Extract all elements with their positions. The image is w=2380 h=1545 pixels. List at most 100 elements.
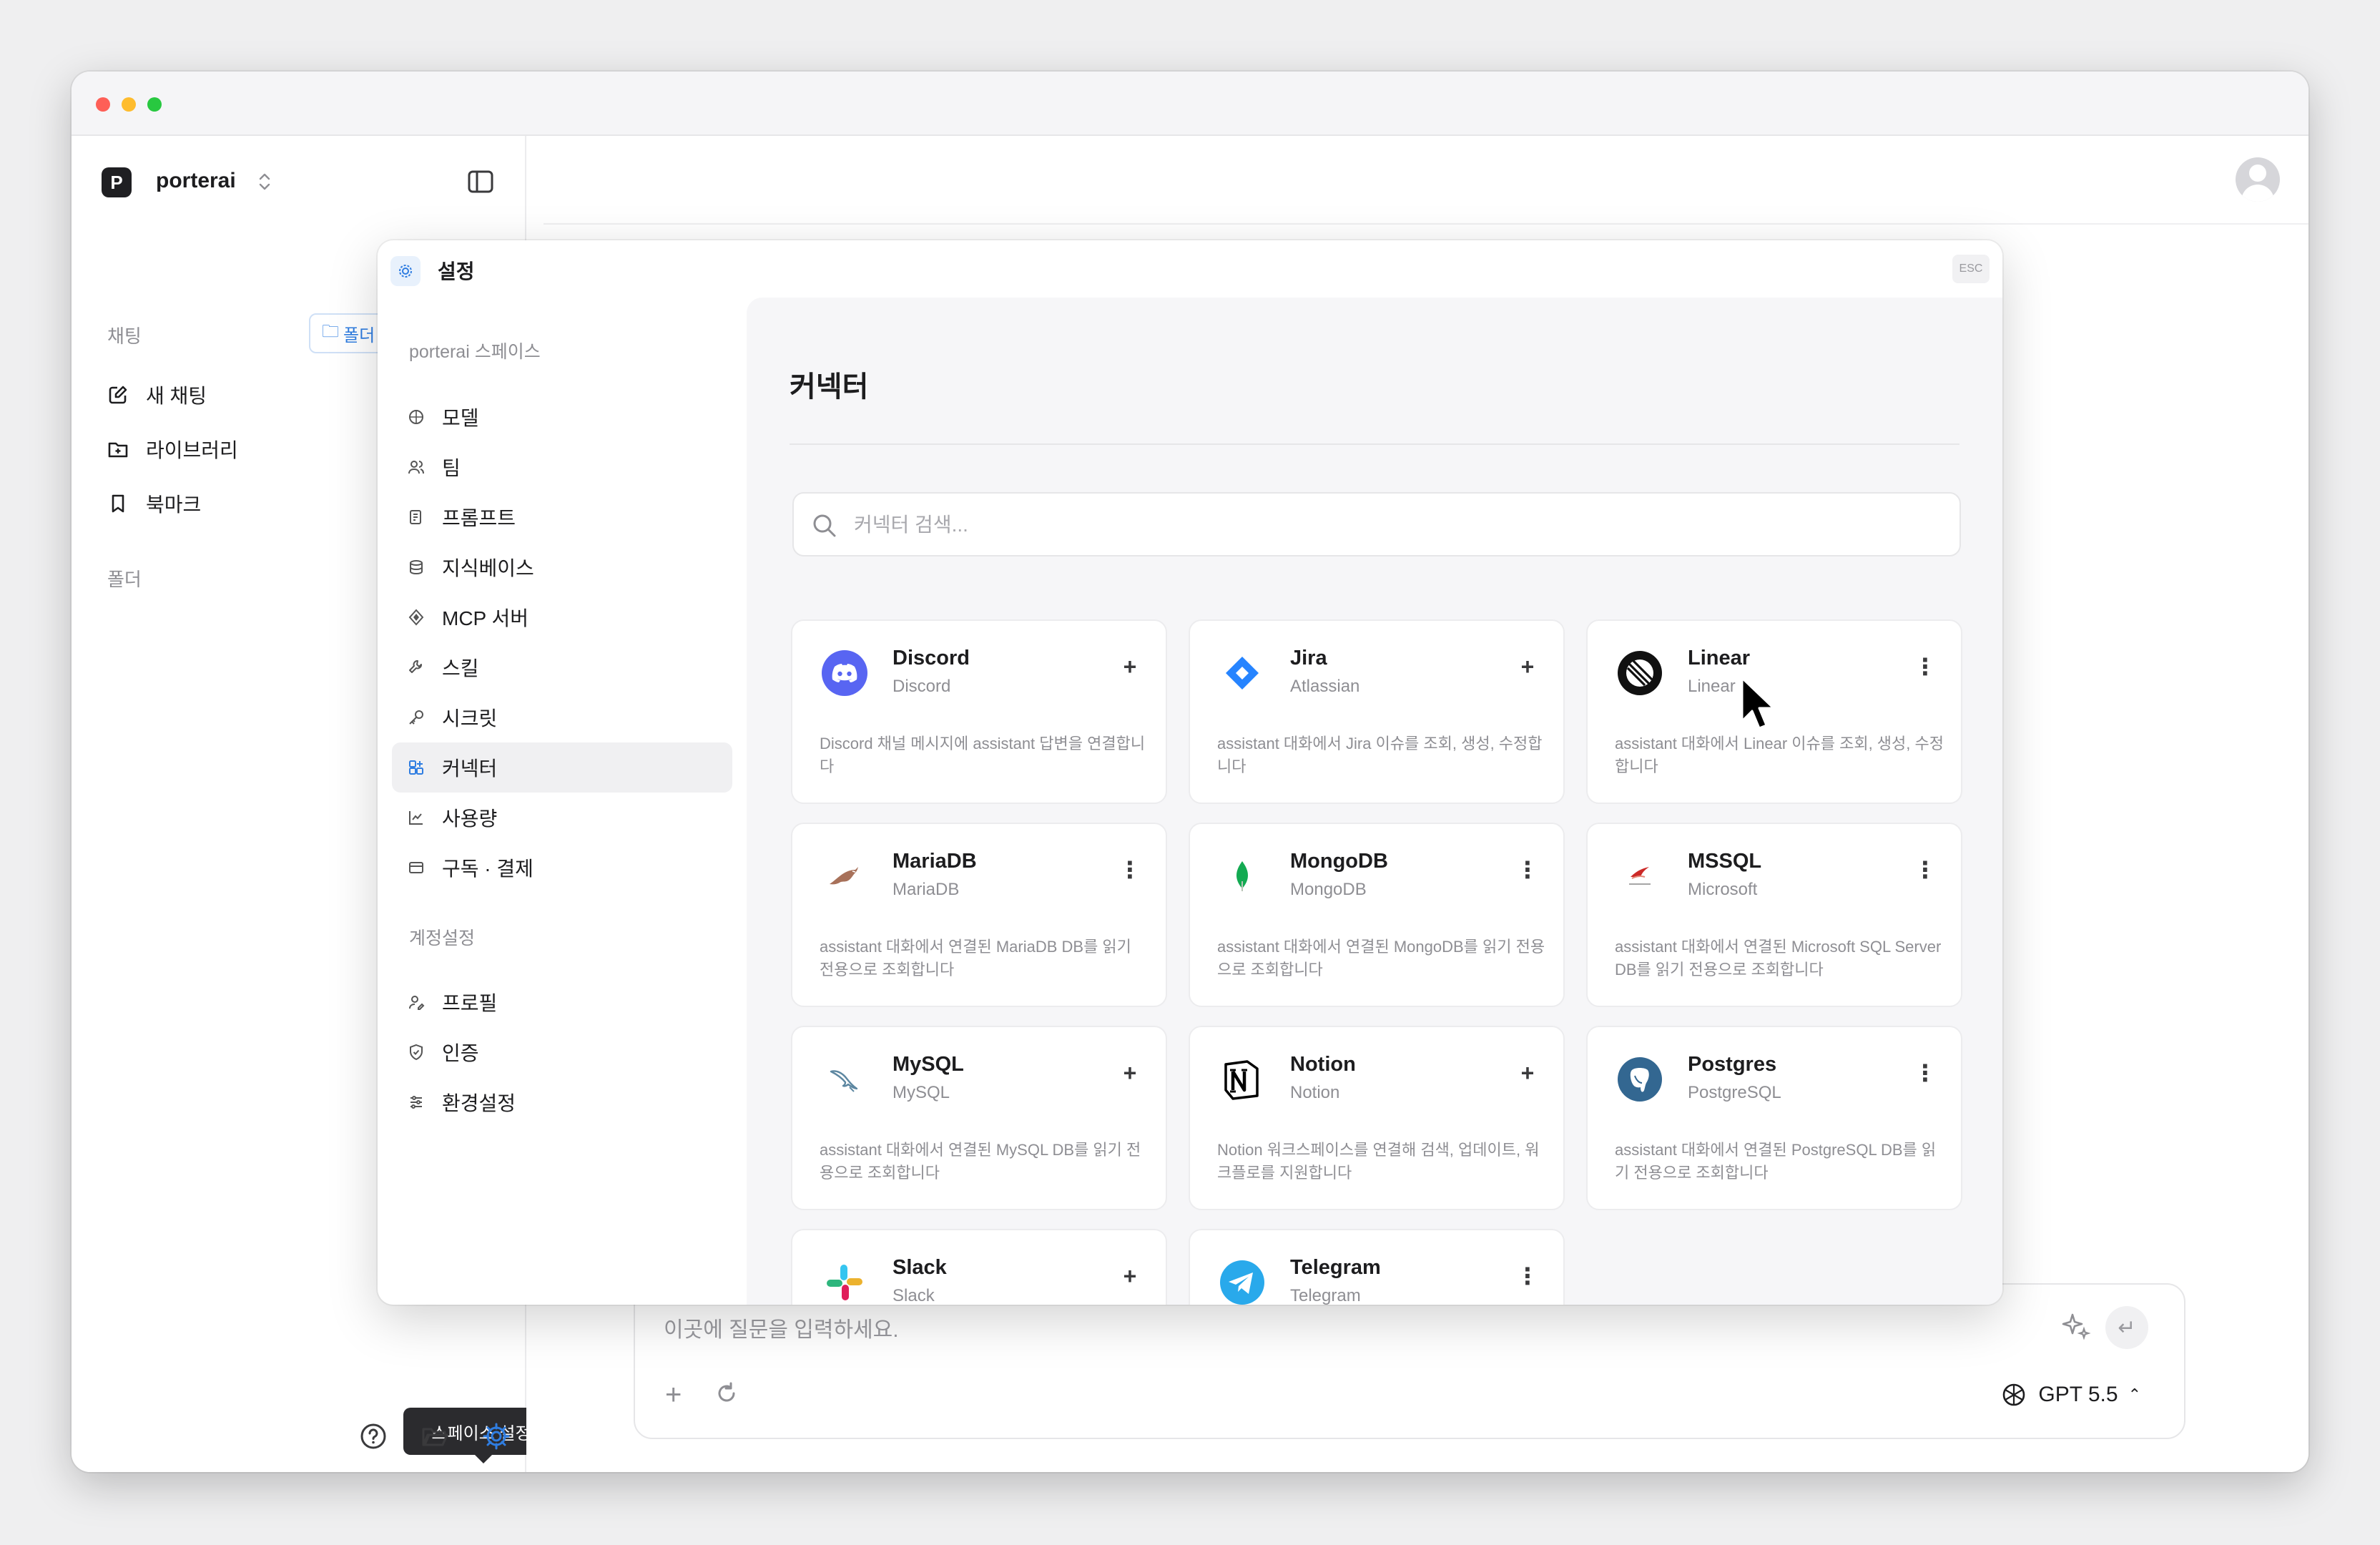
shield-icon: [410, 1044, 423, 1061]
settings-item-label: 구독 · 결제: [442, 858, 533, 880]
settings-item-preferences[interactable]: 환경설정: [392, 1077, 732, 1127]
connector-description: assistant 대화에서 연결된 MySQL DB를 읽기 전용으로 조회합…: [820, 1141, 1141, 1182]
billing-icon: [409, 862, 423, 873]
account-group-label: 계정설정: [409, 928, 476, 948]
connector-description: assistant 대화에서 연결된 PostgreSQL DB를 읽기 전용으…: [1615, 1141, 1937, 1182]
add-connector-button[interactable]: +: [1116, 1059, 1144, 1087]
settings-item-label: 시크릿: [442, 707, 498, 730]
user-avatar[interactable]: [2236, 157, 2280, 202]
connector-card-telegram[interactable]: Telegram Telegram ⋮: [1189, 1229, 1565, 1305]
connector-card-discord[interactable]: Discord Discord + Discord 채널 메시지에 assist…: [791, 619, 1167, 804]
search-input[interactable]: [854, 506, 1927, 544]
settings-item-auth[interactable]: 인증: [392, 1027, 732, 1077]
add-connector-button[interactable]: +: [1513, 1059, 1542, 1087]
mongodb-icon: [1236, 861, 1248, 891]
settings-item-connector[interactable]: 커넥터: [392, 742, 732, 793]
add-attachment-icon[interactable]: +: [665, 1379, 682, 1411]
connector-card-mongodb[interactable]: MongoDB MongoDB ⋮ assistant 대화에서 연결된 Mon…: [1189, 823, 1565, 1007]
more-options-button[interactable]: ⋮: [1911, 1059, 1939, 1087]
settings-item-profile[interactable]: 프로필: [392, 977, 732, 1027]
telegram-icon: [1220, 1260, 1264, 1305]
content-divider: [790, 443, 1959, 445]
settings-item-knowledge-base[interactable]: 지식베이스: [392, 542, 732, 592]
connector-card-postgres[interactable]: Postgres PostgreSQL ⋮ assistant 대화에서 연결된…: [1586, 1026, 1962, 1210]
connector-name: Postgres: [1688, 1053, 1777, 1076]
minimize-window-button[interactable]: [122, 97, 136, 112]
connector-description: assistant 대화에서 Jira 이슈를 조회, 생성, 수정합니다: [1217, 735, 1543, 775]
settings-item-usage[interactable]: 사용량: [392, 793, 732, 843]
connector-card-slack[interactable]: Slack Slack +: [791, 1229, 1167, 1305]
loop-icon[interactable]: [712, 1379, 741, 1408]
settings-item-model[interactable]: 모델: [392, 392, 732, 442]
settings-item-billing[interactable]: 구독 · 결제: [392, 843, 732, 893]
connector-name: Linear: [1688, 647, 1751, 670]
settings-item-secret[interactable]: 시크릿: [392, 692, 732, 742]
connector-card-mssql[interactable]: MSSQL Microsoft ⋮ assistant 대화에서 연결된 Mic…: [1586, 823, 1962, 1007]
modal-title: 설정: [438, 260, 475, 283]
settings-item-skill[interactable]: 스킬: [392, 642, 732, 692]
folder-open-icon[interactable]: [419, 1421, 451, 1452]
esc-close-button[interactable]: ESC: [1952, 255, 1990, 283]
sparkle-icon[interactable]: [2060, 1310, 2091, 1342]
search-icon: [813, 514, 836, 537]
sidebar-item-label: 북마크: [146, 494, 202, 516]
connector-description: assistant 대화에서 연결된 MariaDB DB를 읽기 전용으로 조…: [820, 938, 1131, 978]
settings-item-label: 사용량: [442, 808, 498, 830]
workspace-name[interactable]: porterai: [156, 169, 236, 193]
modal-header: 설정 ESC: [378, 240, 2002, 298]
connector-vendor: MySQL: [892, 1083, 950, 1102]
more-options-button[interactable]: ⋮: [1116, 855, 1144, 884]
zoom-window-button[interactable]: [147, 97, 162, 112]
connector-description: Notion 워크스페이스를 연결해 검색, 업데이트, 워크플로를 지원합니다: [1217, 1141, 1540, 1182]
chat-input[interactable]: 이곳에 질문을 입력하세요.: [664, 1312, 899, 1343]
mariadb-icon: [830, 867, 858, 885]
settings-item-team[interactable]: 팀: [392, 442, 732, 492]
connector-name: Jira: [1290, 647, 1327, 670]
settings-item-label: 지식베이스: [442, 557, 534, 579]
sidebar-item-library[interactable]: 라이브러리: [107, 433, 238, 465]
connector-vendor: Atlassian: [1290, 677, 1360, 696]
close-window-button[interactable]: [96, 97, 110, 112]
connector-name: MSSQL: [1688, 850, 1762, 873]
more-options-button[interactable]: ⋮: [1911, 652, 1939, 681]
connector-name: MongoDB: [1290, 850, 1388, 873]
chevron-updown-icon[interactable]: [256, 167, 273, 196]
sidebar-toggle-icon[interactable]: [466, 167, 495, 196]
mcp-icon: [408, 609, 424, 626]
key-icon: [409, 710, 423, 725]
sidebar-item-new-chat[interactable]: 새 채팅: [107, 379, 207, 411]
more-options-button[interactable]: ⋮: [1513, 855, 1542, 884]
connector-vendor: Notion: [1290, 1083, 1340, 1102]
connector-card-notion[interactable]: Notion Notion + Notion 워크스페이스를 연결해 검색, 업…: [1189, 1026, 1565, 1210]
connector-card-jira[interactable]: Jira Atlassian + assistant 대화에서 Jira 이슈를…: [1189, 619, 1565, 804]
sidebar-item-bookmark[interactable]: 북마크: [107, 488, 201, 519]
help-icon[interactable]: [358, 1421, 389, 1452]
settings-item-label: 모델: [442, 407, 479, 429]
add-connector-button[interactable]: +: [1116, 1262, 1144, 1290]
add-connector-button[interactable]: +: [1513, 652, 1542, 681]
mouse-cursor-icon: [1741, 677, 1775, 730]
postgres-icon: [1618, 1057, 1662, 1102]
mssql-icon: [1629, 867, 1651, 885]
bookmark-icon: [112, 494, 124, 513]
usage-chart-icon: [409, 811, 423, 825]
settings-item-mcp-server[interactable]: MCP 서버: [392, 592, 732, 642]
model-picker[interactable]: GPT 5.5 ⌃: [2000, 1380, 2141, 1409]
send-button[interactable]: ↵: [2105, 1306, 2148, 1349]
connector-card-mariadb[interactable]: MariaDB MariaDB ⋮ assistant 대화에서 연결된 Mar…: [791, 823, 1167, 1007]
more-options-button[interactable]: ⋮: [1513, 1262, 1542, 1290]
add-connector-button[interactable]: +: [1116, 652, 1144, 681]
workspace-logo[interactable]: P: [102, 167, 132, 197]
gear-icon[interactable]: [481, 1421, 512, 1452]
notion-icon: [1224, 1060, 1259, 1100]
connector-card-mysql[interactable]: MySQL MySQL + assistant 대화에서 연결된 MySQL D…: [791, 1026, 1167, 1210]
settings-nav: porterai 스페이스 모델 팀 프롬프트 지식베이스 MCP 서버 스킬 …: [378, 298, 747, 1305]
chat-composer: 이곳에 질문을 입력하세요. + ↵ GPT 5.5 ⌃: [634, 1283, 2185, 1439]
library-icon: [108, 442, 128, 458]
title-bar: [72, 72, 2308, 136]
connector-description: assistant 대화에서 연결된 MongoDB를 읽기 전용으로 조회합니…: [1217, 938, 1545, 978]
more-options-button[interactable]: ⋮: [1911, 855, 1939, 884]
settings-item-prompt[interactable]: 프롬프트: [392, 492, 732, 542]
openai-icon: [2003, 1383, 2025, 1406]
settings-item-label: 프로필: [442, 992, 498, 1014]
